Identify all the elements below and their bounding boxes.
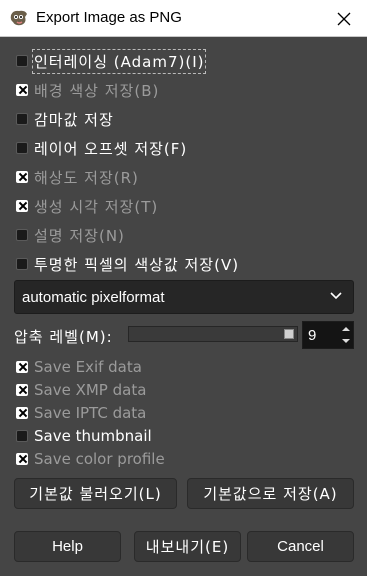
checkbox[interactable] <box>16 142 28 154</box>
checkbox-label: 배경 색상 저장(B) <box>34 81 160 100</box>
cancel-button[interactable]: Cancel <box>247 531 354 562</box>
metadata-row-1[interactable]: Save XMP data <box>16 379 146 401</box>
checkbox[interactable] <box>16 84 28 96</box>
compression-label: 압축 레벨(M): <box>14 328 113 346</box>
metadata-row-3[interactable]: Save thumbnail <box>16 425 152 447</box>
pixel-format-select[interactable]: automatic pixelformat <box>14 280 354 314</box>
checkbox[interactable] <box>16 229 28 241</box>
close-button[interactable] <box>321 0 367 37</box>
checkbox[interactable] <box>16 361 28 373</box>
metadata-row-0[interactable]: Save Exif data <box>16 356 142 378</box>
checkbox-label: 레이어 오프셋 저장(F) <box>34 139 188 158</box>
option-row-6[interactable]: 설명 저장(N) <box>16 224 125 246</box>
checkbox[interactable] <box>16 113 28 125</box>
metadata-row-2[interactable]: Save IPTC data <box>16 402 146 424</box>
gimp-icon <box>10 10 27 26</box>
checkbox-label: Save XMP data <box>34 381 147 399</box>
close-icon <box>337 12 351 25</box>
checkbox[interactable] <box>16 55 28 67</box>
option-row-4[interactable]: 해상도 저장(R) <box>16 166 139 188</box>
window-title: Export Image as PNG <box>36 9 182 26</box>
checkbox-label: 인터레이싱 (Adam7)(I) <box>31 48 207 74</box>
compression-value: 9 <box>308 327 317 344</box>
dialog-body: 인터레이싱 (Adam7)(I) 배경 색상 저장(B) 감마값 저장레이어 오프셋… <box>0 37 367 576</box>
spin-arrows-icon[interactable] <box>339 322 353 348</box>
load-defaults-label: 기본값 불러오기(L) <box>29 485 162 503</box>
metadata-row-4[interactable]: Save color profile <box>16 448 165 470</box>
checkbox[interactable] <box>16 384 28 396</box>
compression-slider[interactable] <box>128 326 298 342</box>
checkbox[interactable] <box>16 407 28 419</box>
title-bar: Export Image as PNG <box>0 0 367 37</box>
option-row-1[interactable]: 배경 색상 저장(B) <box>16 79 159 101</box>
save-defaults-button[interactable]: 기본값으로 저장(A) <box>187 478 354 509</box>
checkbox-label: Save color profile <box>34 450 165 468</box>
option-row-0[interactable]: 인터레이싱 (Adam7)(I) <box>16 48 207 74</box>
checkbox-label: 감마값 저장 <box>34 110 114 129</box>
compression-slider-handle[interactable] <box>284 329 294 339</box>
option-row-2[interactable]: 감마값 저장 <box>16 108 114 130</box>
checkbox[interactable] <box>16 171 28 183</box>
export-button[interactable]: 내보내기(E) <box>134 531 241 562</box>
export-label: 내보내기(E) <box>145 538 230 556</box>
option-row-7[interactable]: 투명한 픽셀의 색상값 저장(V) <box>16 253 239 275</box>
checkbox-label: 해상도 저장(R) <box>34 168 139 187</box>
chevron-down-icon <box>330 292 342 300</box>
cancel-label: Cancel <box>277 538 324 555</box>
save-defaults-label: 기본값으로 저장(A) <box>203 485 338 503</box>
load-defaults-button[interactable]: 기본값 불러오기(L) <box>14 478 177 509</box>
checkbox[interactable] <box>16 453 28 465</box>
pixel-format-value: automatic pixelformat <box>22 289 165 306</box>
checkbox[interactable] <box>16 430 28 442</box>
checkbox[interactable] <box>16 258 28 270</box>
option-row-3[interactable]: 레이어 오프셋 저장(F) <box>16 137 187 159</box>
help-button[interactable]: Help <box>14 531 121 562</box>
checkbox-label: 투명한 픽셀의 색상값 저장(V) <box>34 255 240 274</box>
checkbox-label: Save Exif data <box>34 358 142 376</box>
checkbox-label: 생성 시각 저장(T) <box>34 197 159 216</box>
compression-slider-fill <box>129 327 297 341</box>
help-label: Help <box>52 538 83 555</box>
checkbox-label: Save IPTC data <box>34 404 147 422</box>
compression-spinbox[interactable]: 9 <box>302 321 354 349</box>
checkbox-label: 설명 저장(N) <box>34 226 125 245</box>
checkbox[interactable] <box>16 200 28 212</box>
option-row-5[interactable]: 생성 시각 저장(T) <box>16 195 158 217</box>
checkbox-label: Save thumbnail <box>34 427 152 445</box>
